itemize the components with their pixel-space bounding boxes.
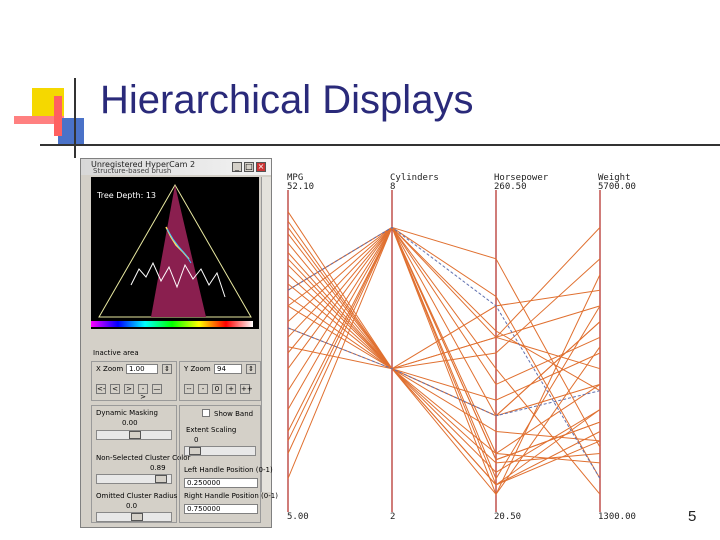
x-nav-last[interactable]: -> <box>138 384 148 401</box>
axis-max-cylinders: 8 <box>390 182 396 192</box>
color-scale <box>91 321 253 327</box>
nonselected-value: 0.89 <box>150 464 166 472</box>
close-button[interactable]: × <box>256 162 266 172</box>
nonselected-label: Non-Selected Cluster Color <box>96 454 191 462</box>
red-accent <box>54 96 62 136</box>
y-nav-zoom-out-fast[interactable]: -- <box>184 384 194 394</box>
nonselected-slider[interactable] <box>96 474 172 484</box>
slider-thumb[interactable] <box>155 475 167 483</box>
left-controls: Dynamic Masking 0.00 Non-Selected Cluste… <box>91 405 190 523</box>
slider-thumb[interactable] <box>131 513 143 521</box>
x-zoom-label: X Zoom <box>96 365 124 373</box>
right-controls: Show Band Extent Scaling 0 Left Handle P… <box>179 405 278 523</box>
slide-number: 5 <box>688 508 697 525</box>
y-nav-reset[interactable]: 0 <box>212 384 222 394</box>
axis-max-weight: 5700.00 <box>598 182 636 192</box>
axis-min-cylinders: 2 <box>390 512 396 522</box>
y-zoom-stepper[interactable]: ⇕ <box>246 364 256 374</box>
left-handle-label: Left Handle Position (0-1) <box>184 466 273 474</box>
vertical-scrollbar[interactable] <box>261 177 271 492</box>
parallel-coordinates-plot[interactable]: MPG 52.10 5.00 Cylinders 8 2 Horsepower … <box>283 160 645 528</box>
axis-min-weight: 1300.00 <box>598 512 636 522</box>
y-nav-zoom-in[interactable]: + <box>226 384 236 394</box>
omitted-radius-value: 0.0 <box>126 502 138 510</box>
dynamic-masking-slider[interactable] <box>96 430 172 440</box>
vertical-rule <box>74 78 76 158</box>
divider <box>40 144 720 146</box>
extent-scaling-value: 0 <box>194 436 199 444</box>
left-handle-field[interactable]: 0.250000 <box>184 478 258 488</box>
brush-band <box>151 185 206 317</box>
inactive-area-label: Inactive area <box>93 349 139 357</box>
pc-line <box>287 296 601 496</box>
pc-line <box>287 226 601 410</box>
omitted-radius-label: Omitted Cluster Radius <box>96 492 178 500</box>
y-nav-zoom-out[interactable]: - <box>198 384 208 394</box>
right-handle-label: Right Handle Position (0-1) <box>184 492 278 500</box>
omitted-radius-slider[interactable] <box>96 512 172 522</box>
extent-scaling-label: Extent Scaling <box>186 426 237 434</box>
x-zoom-stepper[interactable]: ⇕ <box>162 364 172 374</box>
y-zoom-group: Y Zoom 94 ⇕ -- - 0 + ++ <box>179 361 261 401</box>
dynamic-masking-value: 0.00 <box>122 419 138 427</box>
axis-name-cylinders: Cylinders <box>390 173 439 183</box>
slider-thumb[interactable] <box>129 431 141 439</box>
pc-line <box>287 252 601 401</box>
brush-window[interactable]: Unregistered HyperCam 2 Structure-based … <box>80 158 278 528</box>
x-nav-reset[interactable]: — <box>152 384 162 394</box>
x-zoom-field[interactable]: 1.00 <box>126 364 158 374</box>
window-subtitle: Structure-based brush <box>93 167 172 175</box>
x-nav-first[interactable]: <- <box>96 384 106 394</box>
right-handle-field[interactable]: 0.750000 <box>184 504 258 514</box>
x-nav-next[interactable]: > <box>124 384 134 394</box>
x-nav-prev[interactable]: < <box>110 384 120 394</box>
y-zoom-field[interactable]: 94 <box>214 364 242 374</box>
maximize-button[interactable]: □ <box>244 162 254 172</box>
y-zoom-label: Y Zoom <box>184 365 211 373</box>
y-nav-zoom-in-fast[interactable]: ++ <box>240 384 253 394</box>
tree-canvas[interactable]: Tree Depth: 13 <box>91 177 259 329</box>
axis-max-mpg: 52.10 <box>287 182 315 192</box>
axis-min-horsepower: 20.50 <box>494 512 522 522</box>
window-titlebar[interactable]: Unregistered HyperCam 2 Structure-based … <box>81 159 271 175</box>
dynamic-masking-label: Dynamic Masking <box>96 409 158 417</box>
minimize-button[interactable]: _ <box>232 162 242 172</box>
x-zoom-group: X Zoom 1.00 ⇕ <- < > -> — <box>91 361 177 401</box>
extent-scaling-slider[interactable] <box>184 446 256 456</box>
page-title: Hierarchical Displays <box>100 78 474 122</box>
slider-thumb[interactable] <box>189 447 201 455</box>
hierarchy-tree <box>98 183 252 318</box>
axis-min-mpg: 5.00 <box>287 512 309 522</box>
pc-svg <box>287 190 601 512</box>
axis-max-horsepower: 260.50 <box>494 182 527 192</box>
show-band-label: Show Band <box>214 410 254 418</box>
pc-line <box>287 274 601 464</box>
show-band-checkbox[interactable] <box>202 409 210 417</box>
